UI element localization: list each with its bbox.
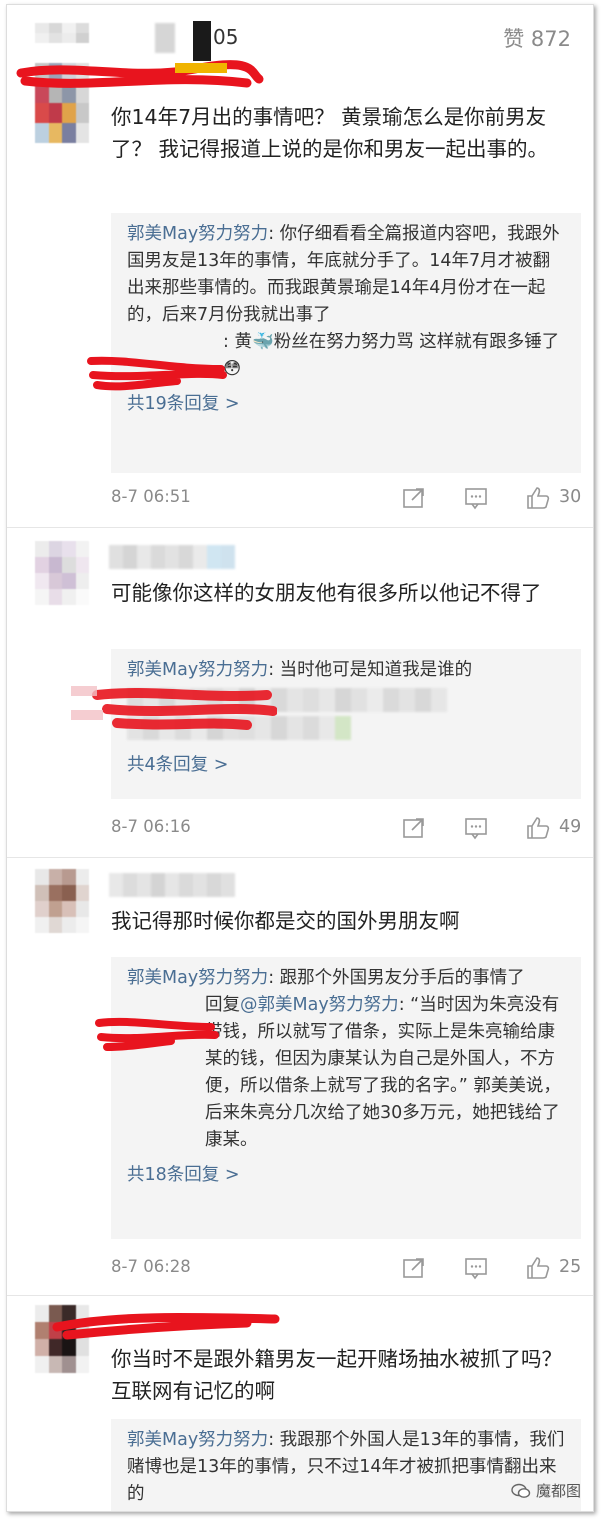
reply-item: 郭美May努力努力: 我跟那个外国人是13年的事情，我们赌博也是13年的事情，只… [127, 1427, 567, 1508]
divider [7, 527, 593, 528]
comment-icon[interactable] [463, 485, 489, 511]
reply-text: : 当时他可是知道我是谁的 [268, 660, 473, 680]
blurred-reply [127, 716, 567, 740]
like-count: 49 [559, 817, 582, 837]
avatar[interactable] [35, 869, 89, 933]
reply-item: : 黄🐳粉丝在努力努力骂 这样就有跟多锤了😳 [127, 329, 567, 383]
comment-meta: 8-7 06:51 30 [111, 485, 581, 513]
reply-prefix: 回复 [205, 995, 240, 1015]
comment-meta: 8-7 06:28 25 [111, 1255, 581, 1283]
reply-item: 回复@郭美May努力努力: “当时因为朱亮没有带钱，所以就写了借条，实际上是朱亮… [127, 992, 567, 1154]
reply-text: : 跟那个外国男友分手后的事情了 [268, 968, 525, 988]
avatar[interactable] [35, 23, 89, 63]
wechat-icon [511, 1483, 531, 1498]
reply-box: 郭美May努力努力: 你仔细看看全篇报道内容吧，我跟外国男友是13年的事情，年底… [111, 213, 581, 473]
reply-text: : 黄🐳粉丝在努力努力骂 这样就有跟多锤了😳 [223, 332, 560, 379]
like-icon[interactable] [525, 815, 551, 841]
name-suffix: 05 [213, 25, 239, 49]
name-blur [155, 23, 175, 53]
comment-text: 你14年7月出的事情吧？ 黄景瑜怎么是你前男友了？ 我记得报道上说的是你和男友一… [111, 105, 549, 161]
timestamp: 8-7 06:28 [111, 1257, 191, 1276]
more-replies-link[interactable]: 共4条回复 > [127, 752, 228, 779]
share-icon[interactable] [401, 815, 427, 841]
reply-item: 郭美May努力努力: 跟那个外国男友分手后的事情了 [127, 965, 567, 992]
comment-text: 我记得那时候你都是交的国外男朋友啊 [111, 909, 460, 933]
name-blur [193, 21, 211, 61]
reply-item: 郭美May努力努力: 当时他可是知道我是谁的 [127, 657, 567, 684]
reply-text: : “当时因为朱亮没有带钱，所以就写了借条，实际上是朱亮输给康某的钱，但因为康某… [205, 995, 561, 1150]
divider [7, 857, 593, 858]
name-blur [109, 873, 235, 897]
like-count: 30 [559, 487, 582, 507]
reply-box: 郭美May努力努力: 跟那个外国男友分手后的事情了 回复@郭美May努力努力: … [111, 957, 581, 1239]
timestamp: 8-7 06:16 [111, 817, 191, 836]
avatar[interactable] [35, 541, 89, 605]
share-icon[interactable] [401, 1255, 427, 1281]
comment-icon[interactable] [463, 815, 489, 841]
watermark: 魔都图 [511, 1480, 581, 1501]
blurred-reply [127, 688, 567, 712]
like-count: 25 [559, 1257, 582, 1277]
comment-text: 可能像你这样的女朋友他有很多所以他记不得了 [111, 581, 542, 605]
reply-author-link[interactable]: 郭美May努力努力 [127, 660, 268, 680]
share-icon[interactable] [401, 485, 427, 511]
avatar[interactable] [35, 63, 89, 143]
comment-thread-screenshot: 05 赞 872 你14年7月出的事情吧？ 黄景瑜怎么是你前男友了？ 我记得报道… [6, 4, 594, 1512]
like-icon[interactable] [525, 485, 551, 511]
more-replies-link[interactable]: 共19条回复 > [127, 391, 240, 418]
comment-icon[interactable] [463, 1255, 489, 1281]
name-blur [175, 63, 227, 73]
like-icon[interactable] [525, 1255, 551, 1281]
reply-author-link[interactable]: 郭美May努力努力 [127, 224, 268, 244]
watermark-text: 魔都图 [535, 1482, 581, 1500]
comment-text: 你当时不是跟外籍男友一起开赌场抽水被抓了吗？互联网有记忆的啊 [111, 1347, 562, 1403]
reply-box: 郭美May努力努力: 当时他可是知道我是谁的 共4条回复 > [111, 649, 581, 799]
reply-item: 郭美May努力努力: 你仔细看看全篇报道内容吧，我跟外国男友是13年的事情，年底… [127, 221, 567, 329]
reply-mention-link[interactable]: @郭美May努力努力 [240, 995, 399, 1015]
reply-author-link[interactable]: 郭美May努力努力 [127, 968, 268, 988]
divider [7, 1295, 593, 1296]
more-replies-link[interactable]: 共18条回复 > [127, 1162, 240, 1189]
avatar[interactable] [35, 1305, 89, 1373]
like-count-top[interactable]: 赞 872 [503, 23, 571, 53]
name-blur [109, 545, 235, 569]
comment-meta: 8-7 06:16 49 [111, 815, 581, 843]
reply-author-link[interactable]: 郭美May努力努力 [127, 1430, 268, 1450]
timestamp: 8-7 06:51 [111, 487, 191, 506]
